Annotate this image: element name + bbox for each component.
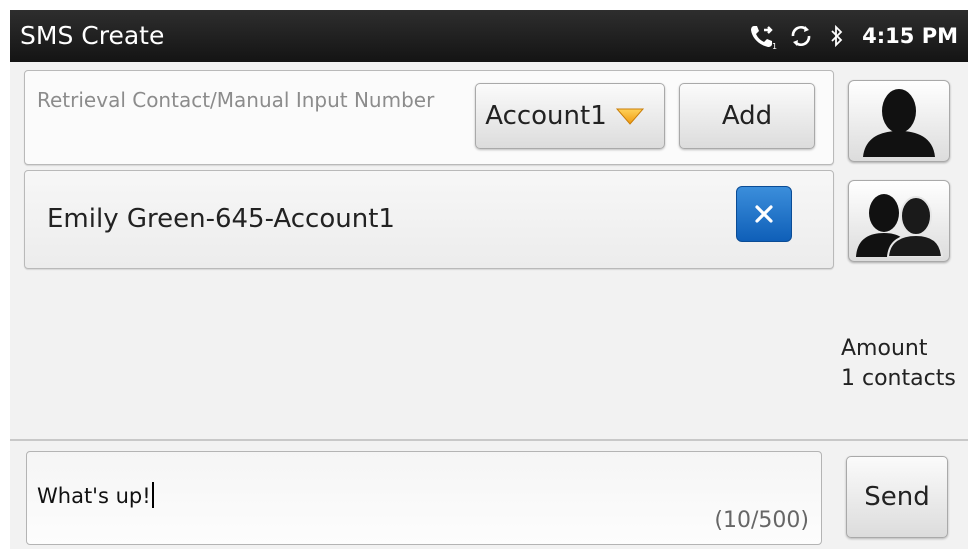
text-caret (151, 482, 154, 508)
account-dropdown[interactable]: Account1 (475, 83, 665, 149)
clock: 4:15 PM (862, 24, 958, 48)
bluetooth-icon (830, 10, 844, 62)
person-icon (857, 83, 941, 161)
remove-contact-button[interactable] (736, 186, 792, 242)
sync-icon (788, 10, 814, 62)
close-icon (755, 205, 773, 223)
amount-label: Amount (841, 336, 928, 361)
amount-count: 1 contacts (841, 366, 956, 391)
character-counter: (10/500) (714, 508, 809, 533)
screen-title: SMS Create (20, 21, 165, 50)
recipient-input[interactable]: Retrieval Contact/Manual Input Number (37, 85, 457, 115)
message-text: What's up! (37, 482, 154, 508)
add-button[interactable]: Add (679, 83, 815, 149)
message-input[interactable]: What's up! (10/500) (26, 451, 822, 545)
pick-group-button[interactable] (848, 180, 950, 262)
title-bar: SMS Create 1 4:15 PM (10, 10, 968, 62)
group-icon (854, 183, 944, 261)
status-icons: 1 4:15 PM (748, 10, 968, 62)
account-dropdown-label: Account1 (485, 101, 607, 131)
recipient-input-panel: Retrieval Contact/Manual Input Number Ac… (24, 70, 834, 165)
screen: SMS Create 1 4:15 PM Retrieval Contact/M… (10, 10, 968, 549)
contact-chip-label: Emily Green-645-Account1 (47, 204, 395, 234)
pick-contact-button[interactable] (848, 80, 950, 162)
send-button[interactable]: Send (846, 456, 948, 538)
selected-contact-row: Emily Green-645-Account1 (24, 170, 834, 269)
dropdown-arrow-icon (615, 106, 645, 126)
svg-text:1: 1 (772, 42, 777, 51)
call-forward-icon: 1 (748, 10, 778, 62)
divider (10, 439, 968, 441)
